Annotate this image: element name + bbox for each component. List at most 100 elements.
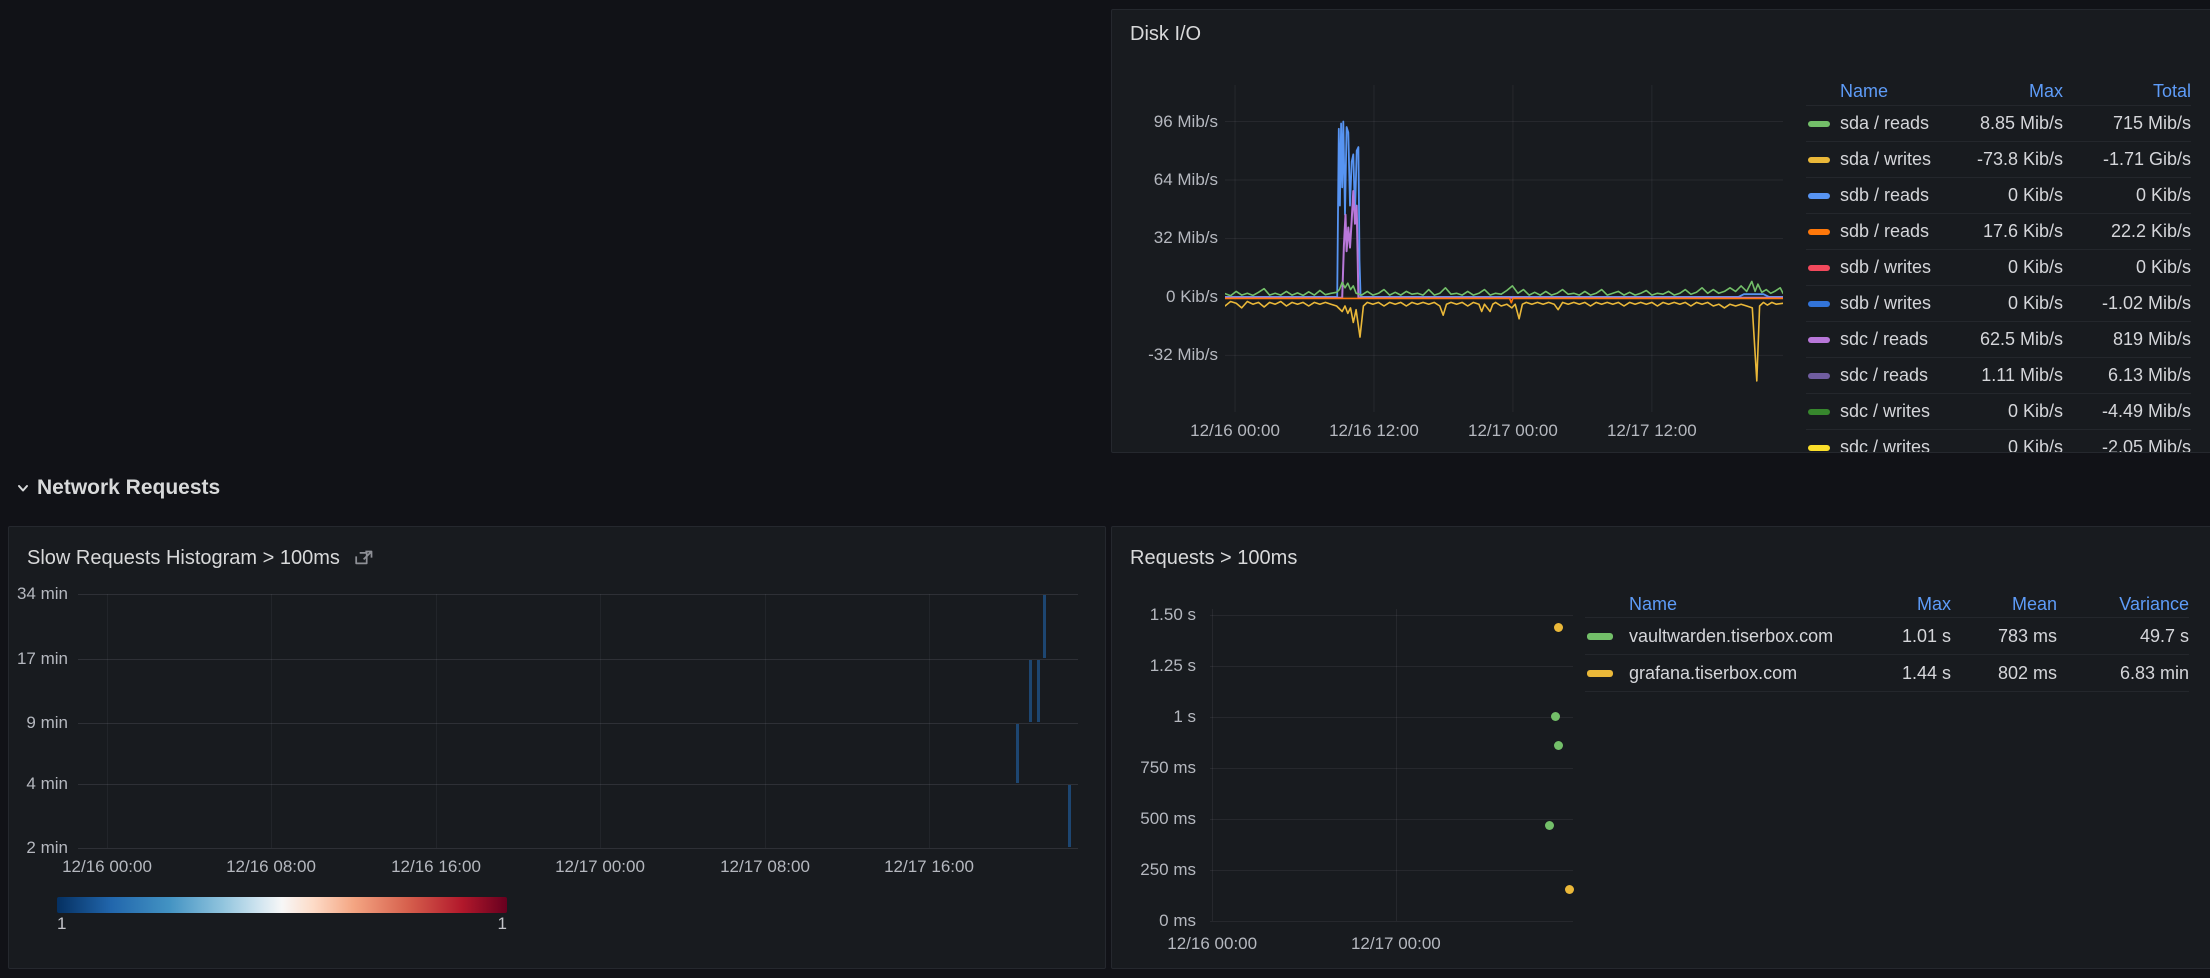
disk-legend-header-Max[interactable]: Max <box>1945 77 2063 106</box>
disk-y-tick-0: 96 Mib/s <box>1112 113 1218 131</box>
legend-max-value: 62.5 Mib/s <box>1945 322 2063 358</box>
scatter-point <box>1565 885 1574 894</box>
requests-chart[interactable] <box>1210 609 1573 921</box>
req-gridline-h <box>1210 666 1573 667</box>
legend-series-name[interactable]: sda / reads <box>1840 106 1945 142</box>
section-title: Network Requests <box>37 476 220 500</box>
disk-legend-header-spacer <box>1806 77 1840 106</box>
series-color-swatch <box>1587 633 1613 640</box>
scatter-point <box>1554 741 1563 750</box>
section-row-network-requests[interactable]: Network Requests <box>14 476 220 500</box>
legend-max-value: 0 Kib/s <box>1945 430 2063 453</box>
panel-title-disk-io[interactable]: Disk I/O <box>1130 23 1201 46</box>
legend-max-value: 1.11 Mib/s <box>1945 358 2063 394</box>
heatmap-cell <box>1016 724 1019 783</box>
panel-disk-io: Disk I/O 96 Mib/s64 Mib/s32 Mib/s0 Kib/s… <box>1111 9 2210 453</box>
legend-series-name[interactable]: sdb / writes <box>1840 286 1945 322</box>
legend-row-swatch <box>1806 214 1840 250</box>
series-color-swatch <box>1808 301 1830 307</box>
hist-gridline-v <box>929 594 930 848</box>
disk-x-tick-3: 12/17 12:00 <box>1607 422 1697 440</box>
disk-x-tick-1: 12/16 12:00 <box>1329 422 1419 440</box>
legend-row-swatch <box>1806 250 1840 286</box>
legend-max-value: 0 Kib/s <box>1945 178 2063 214</box>
hist-x-tick-2: 12/16 16:00 <box>391 858 481 876</box>
req-legend-header-Variance[interactable]: Variance <box>2057 591 2189 618</box>
disk-y-tick-4: -32 Mib/s <box>1112 346 1218 364</box>
heatmap-cell <box>1068 785 1071 847</box>
req-x-tick-0: 12/16 00:00 <box>1167 935 1257 953</box>
legend-mean-value: 783 ms <box>1951 618 2057 655</box>
legend-row-swatch <box>1806 394 1840 430</box>
legend-series-name[interactable]: sdb / reads <box>1840 178 1945 214</box>
legend-total-value: 715 Mib/s <box>2063 106 2191 142</box>
legend-series-name[interactable]: grafana.tiserbox.com <box>1629 655 1839 692</box>
legend-variance-value: 49.7 s <box>2057 618 2189 655</box>
legend-row-swatch <box>1806 286 1840 322</box>
legend-total-value: 22.2 Kib/s <box>2063 214 2191 250</box>
disk-io-chart[interactable] <box>1225 85 1783 412</box>
req-legend-header-Max[interactable]: Max <box>1839 591 1951 618</box>
legend-series-name[interactable]: sdb / writes <box>1840 250 1945 286</box>
req-gridline-h <box>1210 921 1573 922</box>
external-link-icon[interactable] <box>354 548 375 569</box>
req-gridline-h <box>1210 717 1573 718</box>
req-gridline-h <box>1210 615 1573 616</box>
scatter-point <box>1551 712 1560 721</box>
series-color-swatch <box>1808 265 1830 271</box>
legend-max-value: 8.85 Mib/s <box>1945 106 2063 142</box>
panel-slow-requests-histogram: Slow Requests Histogram > 100ms 34 min17… <box>8 526 1106 969</box>
legend-mean-value: 802 ms <box>1951 655 2057 692</box>
heatmap-cell <box>1037 660 1040 722</box>
legend-series-name[interactable]: sdb / reads <box>1840 214 1945 250</box>
hist-y-tick-3: 4 min <box>9 775 68 793</box>
legend-total-value: -1.71 Gib/s <box>2063 142 2191 178</box>
req-y-tick-0: 1.50 s <box>1112 606 1196 624</box>
legend-max-value: 1.01 s <box>1839 618 1951 655</box>
legend-series-name[interactable]: sdc / reads <box>1840 322 1945 358</box>
legend-total-value: -2.05 Mib/s <box>2063 430 2191 453</box>
panel-title-slow-requests[interactable]: Slow Requests Histogram > 100ms <box>27 547 340 570</box>
disk-io-svg <box>1225 85 1783 412</box>
hist-gridline-v <box>765 594 766 848</box>
legend-total-value: -1.02 Mib/s <box>2063 286 2191 322</box>
req-legend-header-Mean[interactable]: Mean <box>1951 591 2057 618</box>
scatter-point <box>1545 821 1554 830</box>
disk-y-tick-3: 0 Kib/s <box>1112 288 1218 306</box>
disk-legend-header-Name[interactable]: Name <box>1840 77 1945 106</box>
legend-total-value: 0 Kib/s <box>2063 250 2191 286</box>
series-color-swatch <box>1808 229 1830 235</box>
hist-x-tick-4: 12/17 08:00 <box>720 858 810 876</box>
disk-legend-header-Total[interactable]: Total <box>2063 77 2191 106</box>
legend-max-value: 1.44 s <box>1839 655 1951 692</box>
hist-x-tick-3: 12/17 00:00 <box>555 858 645 876</box>
disk-x-tick-0: 12/16 00:00 <box>1190 422 1280 440</box>
legend-max-value: 0 Kib/s <box>1945 394 2063 430</box>
req-gridline-v <box>1396 609 1397 921</box>
hist-band-line <box>78 784 1078 785</box>
legend-series-name[interactable]: vaultwarden.tiserbox.com <box>1629 618 1839 655</box>
hist-gridline-v <box>436 594 437 848</box>
series-color-swatch <box>1808 409 1830 415</box>
hist-y-tick-4: 2 min <box>9 839 68 857</box>
hist-gridline-v <box>271 594 272 848</box>
disk-y-tick-2: 32 Mib/s <box>1112 229 1218 247</box>
histogram-chart[interactable] <box>78 594 1078 848</box>
req-y-tick-1: 1.25 s <box>1112 657 1196 675</box>
legend-series-name[interactable]: sda / writes <box>1840 142 1945 178</box>
req-legend-header-Name[interactable]: Name <box>1629 591 1839 618</box>
legend-series-name[interactable]: sdc / writes <box>1840 430 1945 453</box>
hist-x-tick-5: 12/17 16:00 <box>884 858 974 876</box>
legend-series-name[interactable]: sdc / reads <box>1840 358 1945 394</box>
req-y-tick-3: 750 ms <box>1112 759 1196 777</box>
hist-y-tick-1: 17 min <box>9 650 68 668</box>
req-gridline-h <box>1210 768 1573 769</box>
legend-series-name[interactable]: sdc / writes <box>1840 394 1945 430</box>
legend-row-swatch <box>1806 106 1840 142</box>
disk-x-tick-2: 12/17 00:00 <box>1468 422 1558 440</box>
legend-variance-value: 6.83 min <box>2057 655 2189 692</box>
panel-title-requests[interactable]: Requests > 100ms <box>1130 547 1297 570</box>
series-color-swatch <box>1808 445 1830 451</box>
series-color-swatch <box>1808 193 1830 199</box>
hist-band-line <box>78 594 1078 595</box>
